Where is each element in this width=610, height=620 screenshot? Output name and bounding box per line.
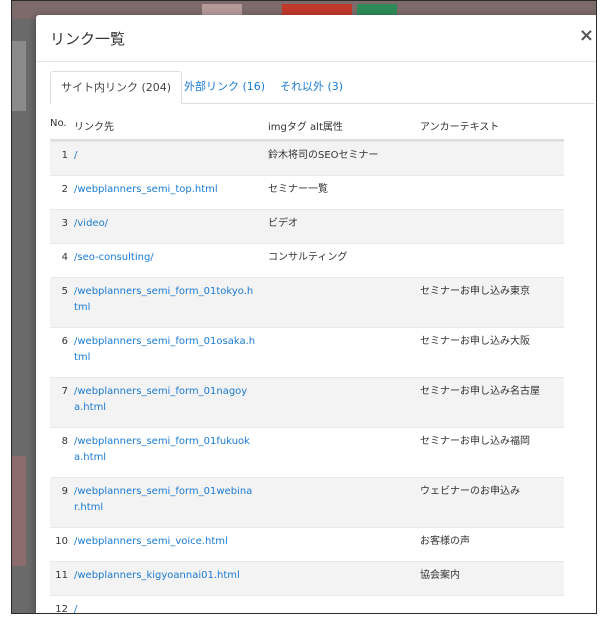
row-number: 4 bbox=[61, 252, 68, 263]
table-row: 10 /webplanners_semi_voice.html お客様の声 bbox=[50, 527, 564, 561]
row-number: 6 bbox=[61, 336, 68, 347]
row-link[interactable]: / bbox=[74, 148, 256, 164]
link-list-modal: リンク一覧 × サイト内リンク (204) 外部リンク (16) それ以外 (3… bbox=[36, 15, 596, 614]
row-alt-text: 鈴木将司のSEOセミナー bbox=[268, 150, 379, 161]
row-anchor-text: セミナーお申し込み福岡 bbox=[420, 436, 530, 447]
table-row: 1 / 鈴木将司のSEOセミナー bbox=[50, 141, 564, 175]
table-row: 6 /webplanners_semi_form_01osaka.html セミ… bbox=[50, 327, 564, 377]
row-link[interactable]: /webplanners_semi_form_01fukuoka.html bbox=[74, 434, 256, 466]
row-number: 12 bbox=[55, 604, 68, 614]
row-number: 1 bbox=[61, 150, 68, 161]
table-row: 4 /seo-consulting/ コンサルティング bbox=[50, 243, 564, 277]
row-number: 7 bbox=[61, 386, 68, 397]
row-anchor-text: セミナーお申し込み大阪 bbox=[420, 336, 530, 347]
table-row: 11 /webplanners_kigyoannai01.html 協会案内 bbox=[50, 561, 564, 595]
row-anchor-text: お客様の声 bbox=[420, 536, 470, 547]
row-number: 8 bbox=[61, 436, 68, 447]
link-table: No. リンク先 imgタグ alt属性 アンカーテキスト 1 / 鈴木将司のS… bbox=[50, 111, 564, 614]
header-url: リンク先 bbox=[74, 122, 114, 133]
table-row: 8 /webplanners_semi_form_01fukuoka.html … bbox=[50, 427, 564, 477]
row-link[interactable]: /webplanners_semi_form_01nagoya.html bbox=[74, 384, 256, 416]
background-page-edge bbox=[12, 456, 26, 566]
row-link[interactable]: /seo-consulting/ bbox=[74, 250, 256, 266]
background-page-edge bbox=[12, 41, 26, 111]
tab-bar: サイト内リンク (204) 外部リンク (16) それ以外 (3) bbox=[50, 71, 594, 104]
row-alt-text: コンサルティング bbox=[268, 252, 348, 263]
row-link[interactable]: / bbox=[74, 602, 256, 613]
table-row: 5 /webplanners_semi_form_01tokyo.html セミ… bbox=[50, 277, 564, 327]
table-row: 9 /webplanners_semi_form_01webinar.html … bbox=[50, 477, 564, 527]
row-number: 9 bbox=[61, 486, 68, 497]
table-row: 12 / bbox=[50, 595, 564, 614]
row-number: 3 bbox=[61, 218, 68, 229]
header-alt: imgタグ alt属性 bbox=[268, 122, 343, 133]
tab-internal-links[interactable]: サイト内リンク (204) bbox=[50, 71, 183, 104]
close-icon[interactable]: × bbox=[579, 25, 594, 47]
row-link[interactable]: /webplanners_semi_form_01tokyo.html bbox=[74, 284, 256, 316]
table-header: No. リンク先 imgタグ alt属性 アンカーテキスト bbox=[50, 111, 564, 141]
modal-title: リンク一覧 bbox=[50, 30, 126, 48]
row-link[interactable]: /webplanners_semi_form_01osaka.html bbox=[74, 334, 256, 366]
row-link[interactable]: /webplanners_semi_top.html bbox=[74, 182, 256, 198]
table-row: 2 /webplanners_semi_top.html セミナー一覧 bbox=[50, 175, 564, 209]
header-anchor: アンカーテキスト bbox=[420, 122, 500, 133]
tab-other-links[interactable]: それ以外 (3) bbox=[270, 71, 353, 102]
row-link[interactable]: /video/ bbox=[74, 216, 256, 232]
table-row: 7 /webplanners_semi_form_01nagoya.html セ… bbox=[50, 377, 564, 427]
backdrop: リンク一覧 × サイト内リンク (204) 外部リンク (16) それ以外 (3… bbox=[11, 0, 597, 614]
header-no: No. bbox=[50, 118, 67, 129]
row-anchor-text: 協会案内 bbox=[420, 570, 460, 581]
row-link[interactable]: /webplanners_kigyoannai01.html bbox=[74, 568, 256, 584]
row-number: 5 bbox=[61, 286, 68, 297]
row-number: 10 bbox=[55, 536, 68, 547]
row-number: 11 bbox=[55, 570, 68, 581]
row-link[interactable]: /webplanners_semi_voice.html bbox=[74, 534, 256, 550]
row-anchor-text: ウェビナーのお申込み bbox=[420, 486, 520, 497]
row-link[interactable]: /webplanners_semi_form_01webinar.html bbox=[74, 484, 256, 516]
row-alt-text: ビデオ bbox=[268, 218, 298, 229]
row-alt-text: セミナー一覧 bbox=[268, 184, 328, 195]
table-row: 3 /video/ ビデオ bbox=[50, 209, 564, 243]
row-anchor-text: セミナーお申し込み東京 bbox=[420, 286, 530, 297]
row-number: 2 bbox=[61, 184, 68, 195]
tab-external-links[interactable]: 外部リンク (16) bbox=[174, 71, 275, 102]
row-anchor-text: セミナーお申し込み名古屋 bbox=[420, 386, 540, 397]
modal-header: リンク一覧 × bbox=[36, 15, 596, 62]
